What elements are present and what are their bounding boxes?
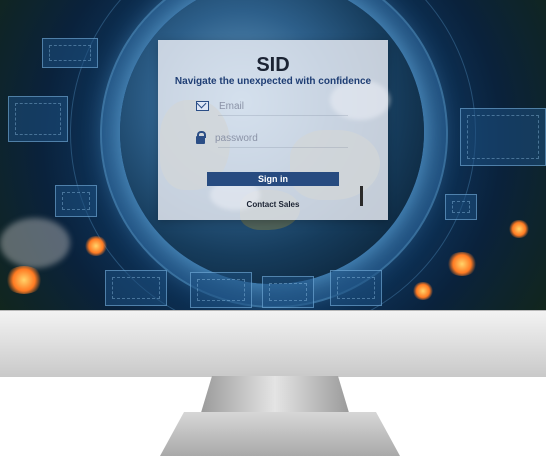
monitor-bezel bbox=[0, 310, 546, 377]
login-panel: SID Navigate the unexpected with confide… bbox=[158, 40, 388, 220]
email-placeholder[interactable]: Email bbox=[219, 101, 244, 112]
explosion-graphic bbox=[412, 282, 434, 300]
lock-icon bbox=[196, 130, 206, 144]
dashboard-tile bbox=[55, 185, 97, 217]
dashboard-tile bbox=[105, 270, 167, 306]
sign-in-button[interactable]: Sign in bbox=[207, 172, 339, 186]
password-placeholder[interactable]: password bbox=[215, 133, 258, 144]
explosion-graphic bbox=[446, 252, 478, 276]
password-underline bbox=[218, 147, 348, 148]
dashboard-tile bbox=[262, 276, 314, 308]
monitor-stand-neck bbox=[200, 376, 350, 416]
dashboard-tile bbox=[42, 38, 98, 68]
mail-icon bbox=[196, 101, 209, 111]
smoke-cloud bbox=[0, 218, 70, 268]
dashboard-tile bbox=[445, 194, 477, 220]
scrollbar[interactable] bbox=[360, 186, 363, 206]
app-tagline: Navigate the unexpected with confidence bbox=[174, 76, 372, 87]
password-field[interactable]: password bbox=[196, 128, 348, 148]
explosion-graphic bbox=[84, 236, 108, 256]
email-field[interactable]: Email bbox=[196, 96, 348, 116]
dashboard-tile bbox=[330, 270, 382, 306]
app-title: SID bbox=[256, 54, 290, 76]
dashboard-tile bbox=[190, 272, 252, 308]
monitor-stand-base bbox=[160, 412, 400, 456]
explosion-graphic bbox=[508, 220, 530, 238]
email-underline bbox=[218, 115, 348, 116]
contact-sales-link[interactable]: Contact Sales bbox=[158, 200, 388, 209]
dashboard-tile bbox=[8, 96, 68, 142]
dashboard-tile bbox=[460, 108, 546, 166]
explosion-graphic bbox=[4, 266, 44, 294]
monitor-screen: SID Navigate the unexpected with confide… bbox=[0, 0, 546, 310]
